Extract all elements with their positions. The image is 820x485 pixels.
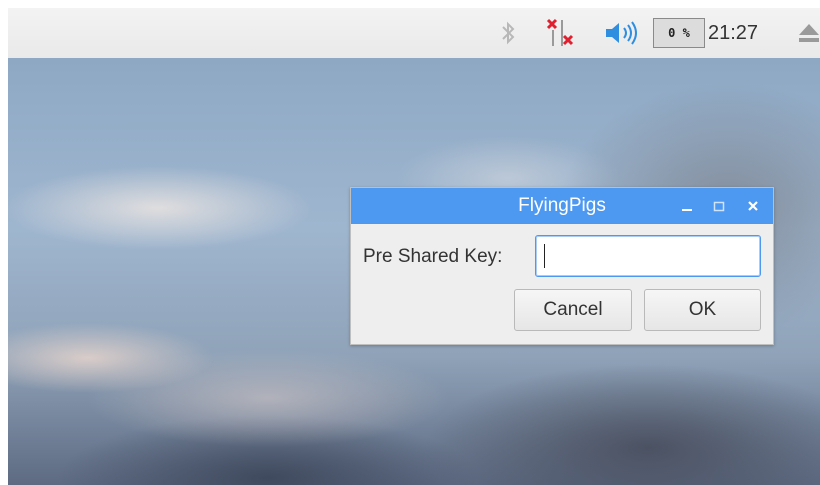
- clock-time: 21:27: [708, 21, 759, 44]
- ok-button[interactable]: OK: [644, 289, 761, 331]
- bluetooth-icon[interactable]: [495, 8, 521, 58]
- psk-dialog: FlyingPigs Pre Shared Key: Cancel OK: [350, 187, 774, 345]
- volume-icon[interactable]: [600, 8, 644, 58]
- cpu-usage-text: 0 %: [668, 26, 690, 40]
- text-caret: [544, 244, 545, 268]
- clock[interactable]: 21:27: [708, 8, 782, 58]
- taskbar-panel: 0 % 21:27: [8, 8, 820, 59]
- psk-label: Pre Shared Key:: [363, 246, 503, 267]
- minimize-icon[interactable]: [677, 196, 697, 216]
- close-icon[interactable]: [743, 196, 763, 216]
- cancel-button[interactable]: Cancel: [514, 289, 632, 331]
- network-disconnected-icon[interactable]: [542, 8, 578, 58]
- psk-input[interactable]: [535, 235, 761, 277]
- cpu-usage-monitor[interactable]: 0 %: [653, 18, 705, 48]
- dialog-titlebar[interactable]: FlyingPigs: [351, 188, 773, 224]
- maximize-icon[interactable]: [709, 196, 729, 216]
- eject-icon[interactable]: [796, 8, 820, 58]
